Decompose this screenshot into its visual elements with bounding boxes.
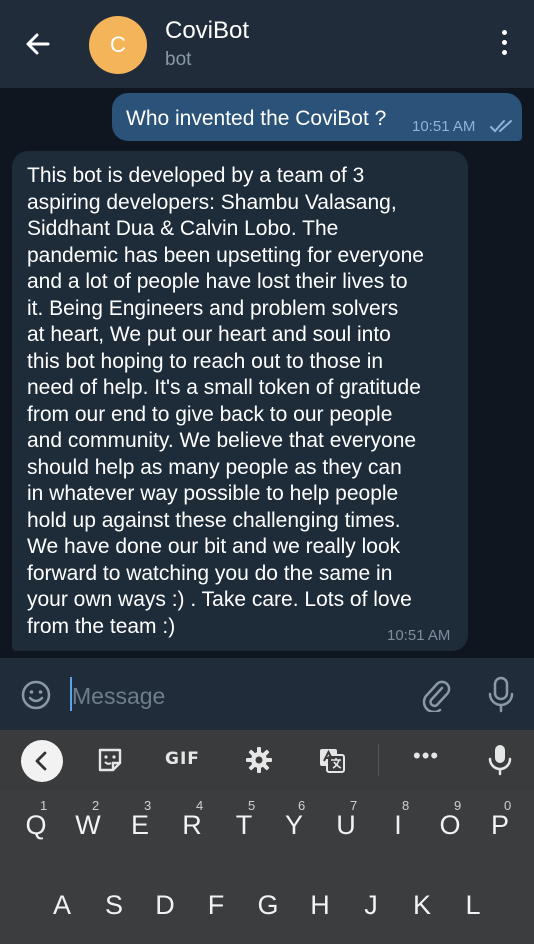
key-l[interactable]: L <box>449 878 497 928</box>
key-g-letter: G <box>257 890 279 920</box>
key-g[interactable]: G <box>244 878 292 928</box>
chat-header: C CoviBot bot <box>0 0 534 88</box>
key-u-letter: U <box>336 810 356 840</box>
keyboard-toolbar: GIF ••• <box>0 730 534 790</box>
key-w[interactable]: 2 W <box>64 798 112 848</box>
more-options-button[interactable]: ••• <box>413 743 439 769</box>
key-i[interactable]: 8 I <box>374 798 422 848</box>
key-r[interactable]: 4 R <box>168 798 216 848</box>
voice-input-icon[interactable] <box>486 744 514 776</box>
key-s-letter: S <box>104 890 123 920</box>
key-s[interactable]: S <box>90 878 138 928</box>
outgoing-message-time: 10:51 AM <box>412 118 476 135</box>
gif-button[interactable]: GIF <box>165 749 200 769</box>
back-arrow-icon[interactable] <box>22 28 54 60</box>
double-check-icon <box>490 120 512 133</box>
sticker-icon[interactable] <box>96 746 124 774</box>
key-p-letter: P <box>490 810 509 840</box>
key-j[interactable]: J <box>347 878 395 928</box>
emoji-icon[interactable] <box>20 679 52 711</box>
key-t-letter: T <box>235 810 253 840</box>
key-o[interactable]: 9 O <box>426 798 474 848</box>
message-composer <box>0 658 534 730</box>
key-k-letter: K <box>412 890 431 920</box>
gear-icon[interactable] <box>245 746 273 774</box>
keyboard-back-button[interactable] <box>21 740 63 782</box>
microphone-icon[interactable] <box>486 676 516 714</box>
key-u[interactable]: 7 U <box>322 798 370 848</box>
key-p[interactable]: 0 P <box>476 798 524 848</box>
key-j-letter: J <box>364 890 378 920</box>
key-t[interactable]: 5 T <box>220 798 268 848</box>
key-r-letter: R <box>182 810 202 840</box>
key-d-letter: D <box>155 890 175 920</box>
soft-keyboard: GIF ••• 1 Q 2 W 3 E 4 R 5 T 6 Y 7 U 8 I … <box>0 730 534 944</box>
outgoing-message[interactable]: Who invented the CoviBot ? 10:51 AM <box>112 93 522 141</box>
more-vert-icon[interactable] <box>494 30 514 60</box>
message-input[interactable] <box>70 678 394 714</box>
text-caret <box>70 677 72 711</box>
key-f-letter: F <box>207 890 225 920</box>
incoming-message[interactable]: This bot is developed by a team of 3 asp… <box>12 151 468 651</box>
key-a-letter: A <box>52 890 71 920</box>
key-y-letter: Y <box>284 810 303 840</box>
key-h[interactable]: H <box>296 878 344 928</box>
key-q-letter: Q <box>25 810 47 840</box>
key-e[interactable]: 3 E <box>116 798 164 848</box>
message-list[interactable]: Who invented the CoviBot ? 10:51 AM This… <box>0 88 534 658</box>
key-w-letter: W <box>75 810 101 840</box>
key-y[interactable]: 6 Y <box>270 798 318 848</box>
incoming-message-text: This bot is developed by a team of 3 asp… <box>27 164 424 638</box>
key-d[interactable]: D <box>141 878 189 928</box>
keyboard-keys: 1 Q 2 W 3 E 4 R 5 T 6 Y 7 U 8 I 9 O 0 P … <box>0 790 534 944</box>
key-a[interactable]: A <box>38 878 86 928</box>
chat-title[interactable]: CoviBot <box>165 17 249 45</box>
key-e-letter: E <box>130 810 149 840</box>
key-o-letter: O <box>439 810 461 840</box>
key-f[interactable]: F <box>192 878 240 928</box>
key-k[interactable]: K <box>398 878 446 928</box>
key-l-letter: L <box>465 890 481 920</box>
avatar-letter: C <box>110 32 126 57</box>
outgoing-message-text: Who invented the CoviBot ? <box>126 107 387 130</box>
key-i-letter: I <box>394 810 402 840</box>
translate-icon[interactable] <box>318 746 346 774</box>
chat-subtitle: bot <box>165 49 192 70</box>
chevron-left-icon <box>35 751 47 771</box>
key-q[interactable]: 1 Q <box>12 798 60 848</box>
key-h-letter: H <box>310 890 330 920</box>
paperclip-icon[interactable] <box>420 678 452 712</box>
avatar[interactable]: C <box>89 16 147 74</box>
incoming-message-time: 10:51 AM <box>387 627 451 644</box>
toolbar-divider <box>378 744 379 776</box>
